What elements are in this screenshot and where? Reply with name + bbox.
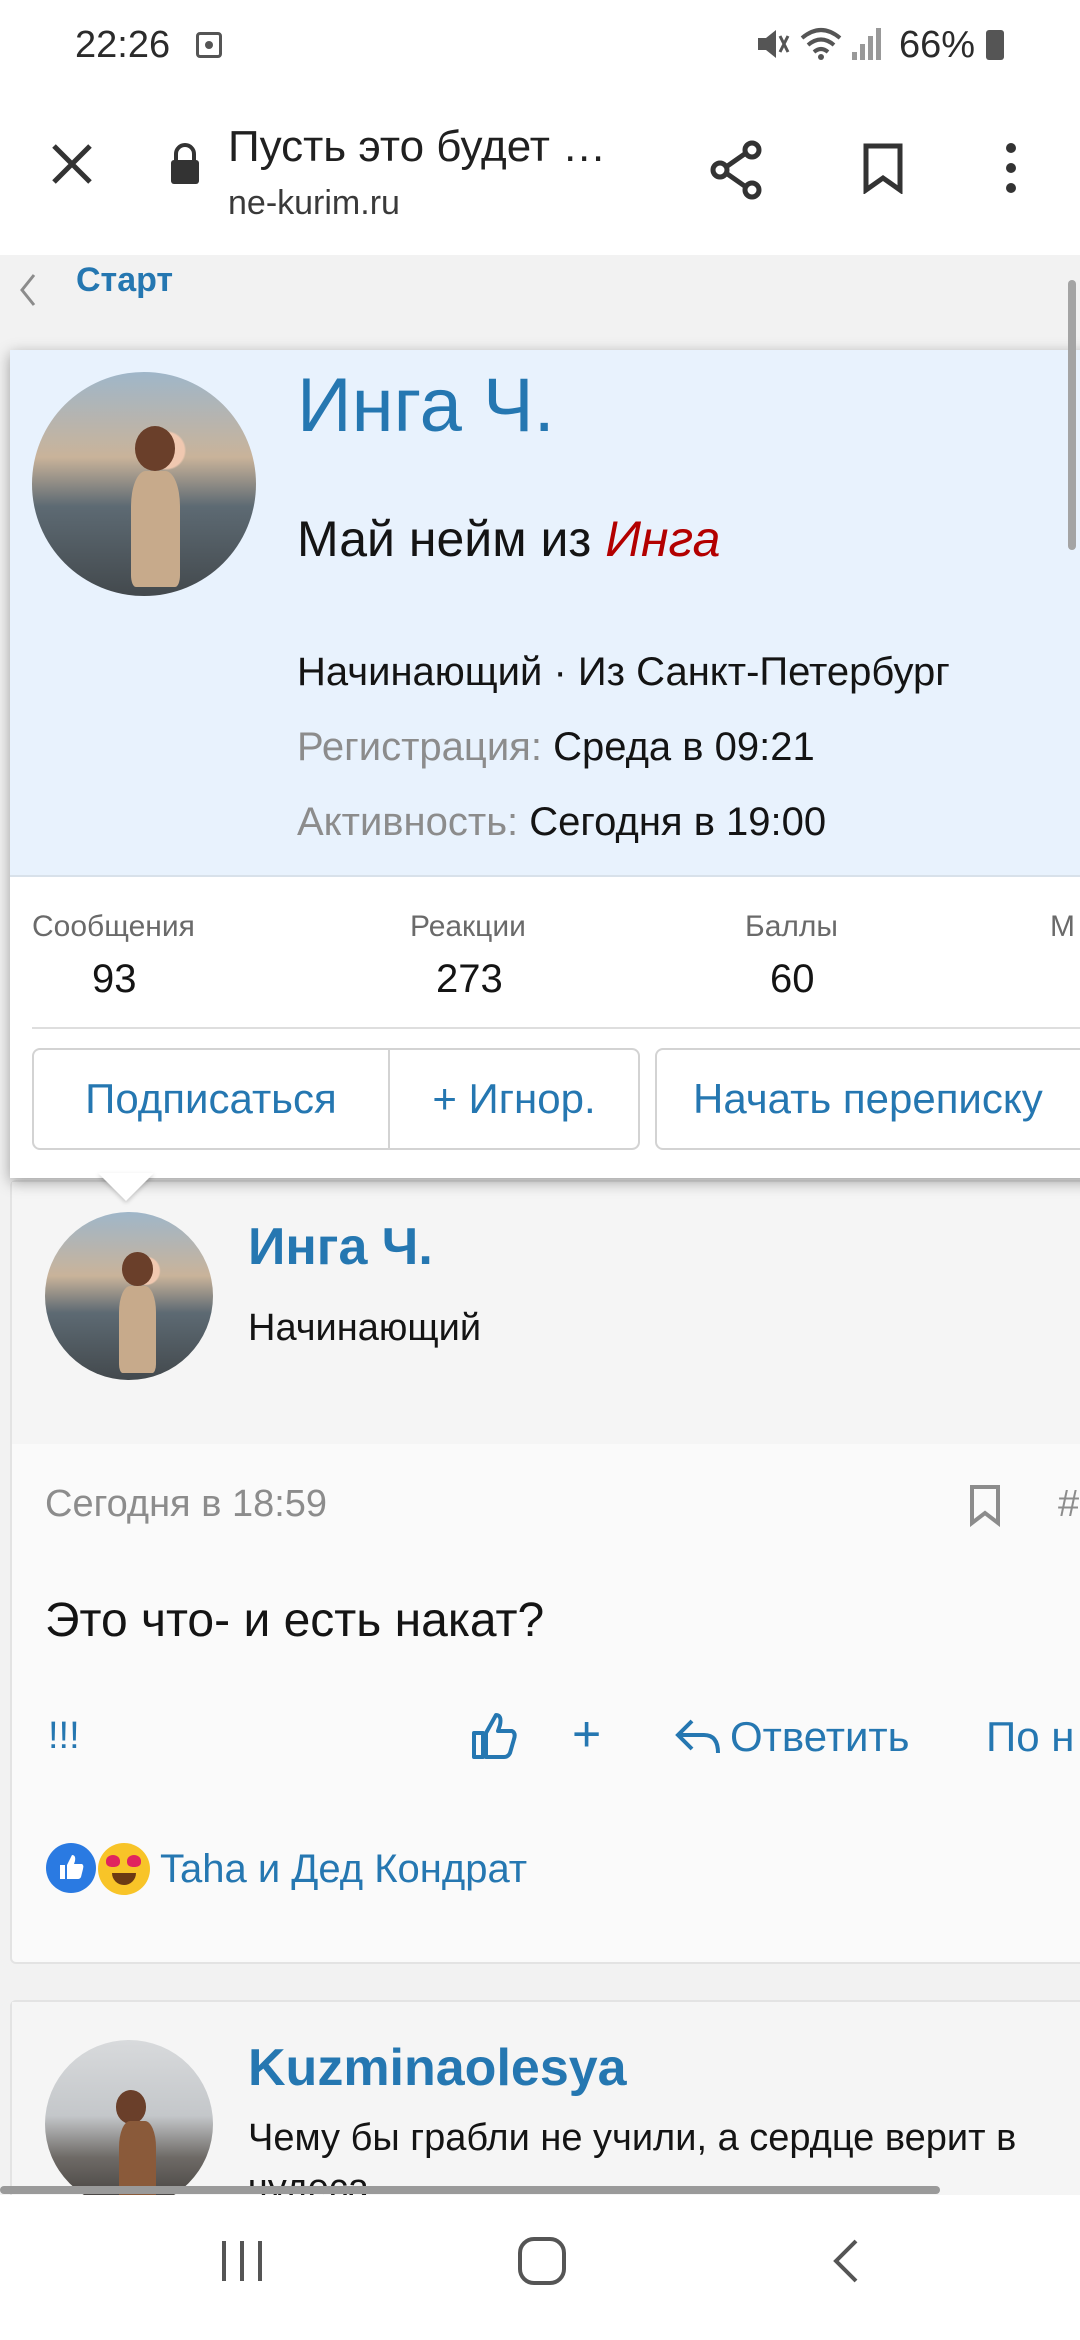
stat-messages-value[interactable]: 93 (92, 957, 137, 1002)
post-author-signature: Чему бы грабли не учили, а сердце верит … (248, 2117, 1017, 2159)
custom-title-prefix: Май нейм из (297, 511, 606, 567)
avatar[interactable] (32, 372, 256, 596)
share-icon[interactable] (708, 140, 768, 200)
registration-value: Среда в 09:21 (553, 725, 815, 769)
custom-title-highlight: Инга (605, 511, 721, 567)
stat-more-label: М (1050, 910, 1075, 943)
stat-points-label: Баллы (745, 910, 838, 943)
member-tooltip: Инга Ч. Май нейм из Инга Начинающий · Из… (10, 350, 1080, 1178)
lock-icon (171, 143, 199, 184)
tooltip-arrow (98, 1173, 154, 1201)
breadcrumb[interactable]: Старт (76, 261, 173, 300)
avatar[interactable] (45, 1212, 213, 1380)
page-content: Старт Инга Ч. Начинающий Сегодня в 18:59… (0, 255, 1080, 2195)
member-name[interactable]: Инга Ч. (297, 362, 555, 449)
mute-icon (758, 30, 790, 58)
member-activity: Активность: Сегодня в 19:00 (297, 800, 826, 845)
post-author-role: Начинающий (248, 1307, 482, 1349)
status-time: 22:26 (75, 24, 171, 66)
like-icon[interactable] (470, 1711, 518, 1761)
horizontal-scrollbar[interactable] (0, 2186, 940, 2194)
gallery-notification-icon (196, 32, 222, 58)
registration-label: Регистрация: (297, 725, 542, 769)
stat-messages-label: Сообщения (32, 910, 195, 943)
stat-reactions-value: 273 (436, 957, 503, 1001)
reply-icon[interactable] (674, 1717, 722, 1757)
chevron-left-icon[interactable] (18, 273, 38, 307)
activity-label: Активность: (297, 800, 519, 844)
back-icon[interactable] (830, 2237, 862, 2285)
add-reaction-button[interactable]: + (572, 1705, 601, 1763)
home-icon[interactable] (516, 2235, 568, 2287)
signal-icon (852, 28, 881, 60)
more-vert-icon[interactable] (1000, 140, 1022, 196)
more-actions-button[interactable]: По н (986, 1713, 1074, 1761)
like-reaction-icon (46, 1843, 96, 1893)
stat-reactions-label: Реакции (410, 910, 526, 943)
ignore-button[interactable]: + Игнор. (388, 1048, 640, 1150)
close-icon[interactable] (48, 140, 96, 188)
reactions-summary[interactable]: Taha и Дед Кондрат (160, 1847, 527, 1892)
stats-divider (32, 1027, 1080, 1029)
post-author-name[interactable]: Kuzminaolesya (248, 2038, 627, 2098)
page-title[interactable]: Пусть это будет … (228, 122, 606, 172)
post-timestamp[interactable]: Сегодня в 18:59 (45, 1483, 327, 1526)
bookmark-icon[interactable] (968, 1483, 1002, 1527)
member-rank-location: Начинающий · Из Санкт-Петербург (297, 650, 950, 694)
start-conversation-button[interactable]: Начать переписку (655, 1048, 1080, 1150)
reply-button[interactable]: Ответить (730, 1713, 910, 1761)
browser-toolbar: Пусть это будет … ne-kurim.ru (0, 90, 1080, 255)
bookmark-icon[interactable] (862, 142, 904, 194)
recent-apps-icon[interactable] (218, 2237, 266, 2285)
post-author-name[interactable]: Инга Ч. (248, 1217, 433, 1277)
system-nav-bar (0, 2195, 1080, 2340)
activity-value: Сегодня в 19:00 (529, 800, 827, 844)
page-domain[interactable]: ne-kurim.ru (228, 184, 400, 223)
wifi-icon (800, 28, 842, 60)
battery-percent: 66% (899, 24, 976, 66)
heart-eyes-reaction-icon (98, 1843, 150, 1895)
vertical-scrollbar[interactable] (1068, 280, 1076, 550)
follow-button[interactable]: Подписаться (32, 1048, 390, 1150)
post-text: Это что- и есть накат? (45, 1594, 545, 1647)
report-button[interactable]: !!! (48, 1715, 80, 1758)
avatar[interactable] (45, 2040, 213, 2195)
post-permalink[interactable]: # (1058, 1483, 1079, 1526)
member-custom-title: Май нейм из Инга (297, 510, 720, 568)
stat-points-value[interactable]: 60 (770, 957, 815, 1002)
battery-icon (986, 30, 1004, 60)
member-registration: Регистрация: Среда в 09:21 (297, 725, 815, 770)
